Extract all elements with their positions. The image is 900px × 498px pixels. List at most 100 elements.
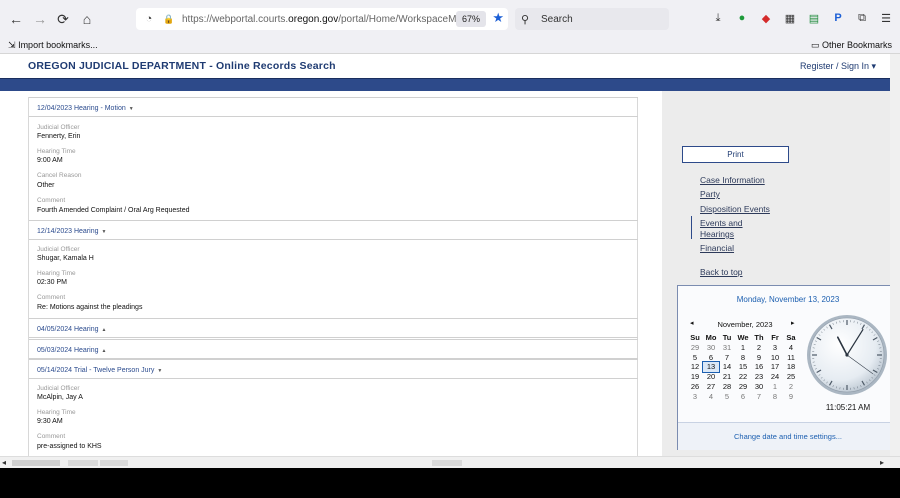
event-header[interactable]: 12/04/2023 Hearing - Motion ▼	[29, 97, 638, 117]
calendar-day[interactable]: 7	[719, 353, 735, 363]
calendar-day[interactable]: 5	[687, 353, 703, 363]
calendar-day[interactable]: 30	[703, 343, 719, 353]
menu-icon[interactable]: ☰	[878, 10, 894, 26]
extensions-puzzle-icon[interactable]: ⧉	[854, 10, 870, 26]
sidebar-link-case-information[interactable]: Case Information	[700, 175, 765, 185]
scrollbar-thumb[interactable]	[12, 460, 60, 466]
address-bar[interactable]: ◔ 🔒 https://webportal.courts.oregon.gov/…	[136, 8, 508, 30]
calendar-day[interactable]: 8	[735, 353, 751, 363]
sidebar-link-disposition-events[interactable]: Disposition Events	[700, 204, 770, 214]
calendar-day[interactable]: 3	[687, 392, 703, 402]
change-date-time-settings-link[interactable]: Change date and time settings...	[678, 432, 898, 441]
calendar-day[interactable]: 8	[767, 392, 783, 402]
judicial-officer-value: Shugar, Kamala H	[37, 255, 94, 262]
weekday-label: Tu	[722, 333, 732, 342]
calendar-day[interactable]: 2	[783, 382, 799, 392]
event-header[interactable]: 05/03/2024 Hearing ▲	[29, 339, 638, 359]
adblock-extension-icon[interactable]: ◆	[758, 10, 774, 26]
calendar-day[interactable]: 23	[751, 372, 767, 382]
browser-search-box[interactable]: ⚲ Search	[515, 8, 669, 30]
scroll-left-arrow-icon[interactable]: ◂	[2, 458, 6, 467]
calendar-day[interactable]: 25	[783, 372, 799, 382]
calendar-day[interactable]: 19	[687, 372, 703, 382]
calendar-day[interactable]: 26	[687, 382, 703, 392]
sidebar-link-events-and-hearings[interactable]: Events and	[700, 218, 743, 228]
next-month-icon[interactable]: ▸	[791, 319, 795, 327]
event-title: 12/04/2023 Hearing - Motion	[37, 105, 126, 112]
calendar-day[interactable]: 4	[783, 343, 799, 353]
calendar-day[interactable]: 9	[751, 353, 767, 363]
calendar-day[interactable]: 21	[719, 372, 735, 382]
forward-arrow-icon[interactable]: →	[30, 9, 50, 29]
calendar-day[interactable]: 27	[703, 382, 719, 392]
shield-icon[interactable]: ◔	[142, 13, 156, 25]
reload-icon[interactable]: ⟳	[53, 9, 73, 29]
lock-icon[interactable]: 🔒	[162, 14, 176, 25]
calendar-day[interactable]: 1	[767, 382, 783, 392]
calendar-day[interactable]: 24	[767, 372, 783, 382]
calendar-day[interactable]: 17	[767, 362, 783, 372]
calendar-day[interactable]: 29	[735, 382, 751, 392]
calendar-day[interactable]: 29	[687, 343, 703, 353]
bookmark-star-icon[interactable]: ★	[492, 10, 504, 26]
scroll-right-arrow-icon[interactable]: ▸	[880, 458, 884, 467]
calendar-day[interactable]: 11	[783, 353, 799, 363]
calendar-day[interactable]: 3	[767, 343, 783, 353]
calendar-day[interactable]: 22	[735, 372, 751, 382]
calendar-month[interactable]: November, 2023	[692, 320, 798, 329]
sidebar-link-events-and-hearings-line2[interactable]: Hearings	[700, 229, 734, 239]
calendar-grid: Su Mo Tu We Th Fr Sa 29 30 31 1 2 3 4 5 6 7 8 9 10 11 12 13 14 1…	[687, 333, 799, 402]
calendar-day[interactable]: 6	[735, 392, 751, 402]
field-label: Comment	[37, 433, 66, 440]
calendar-day[interactable]: 30	[751, 382, 767, 392]
weekday-label: Sa	[786, 333, 796, 342]
url-text[interactable]: https://webportal.courts.oregon.gov/port…	[182, 14, 457, 25]
calendar-day[interactable]: 20	[703, 372, 719, 382]
calendar-day[interactable]: 6	[703, 353, 719, 363]
event-header[interactable]: 12/14/2023 Hearing ▼	[29, 220, 638, 240]
caret-down-icon: ▼	[101, 229, 107, 235]
field-label: Comment	[37, 197, 66, 204]
other-bookmarks[interactable]: ▭ Other Bookmarks	[811, 40, 892, 51]
import-bookmarks[interactable]: ⇲ Import bookmarks...	[8, 40, 98, 51]
calendar-day-today[interactable]: 13	[702, 361, 720, 374]
download-icon[interactable]: ⤓	[710, 10, 726, 26]
calendar-day[interactable]: 12	[687, 362, 703, 372]
search-placeholder: Search	[541, 13, 573, 25]
sidebar-link-financial[interactable]: Financial	[700, 243, 734, 253]
clock-center-pin	[845, 353, 849, 357]
back-to-top-link[interactable]: Back to top	[700, 267, 743, 277]
vertical-scrollbar[interactable]	[890, 54, 900, 456]
calendar-day[interactable]: 15	[735, 362, 751, 372]
event-header[interactable]: 04/05/2024 Hearing ▲	[29, 318, 638, 338]
calendar-day[interactable]: 5	[719, 392, 735, 402]
calendar-day[interactable]: 14	[719, 362, 735, 372]
grid-extension-icon[interactable]: ▦	[782, 10, 798, 26]
event-title: 12/14/2023 Hearing	[37, 228, 99, 235]
checkmark-extension-icon[interactable]: ●	[734, 10, 750, 26]
home-icon[interactable]: ⌂	[77, 9, 97, 29]
calendar-day[interactable]: 9	[783, 392, 799, 402]
weekday-label: Th	[754, 333, 764, 342]
calendar-day[interactable]: 7	[751, 392, 767, 402]
register-sign-in-link[interactable]: Register / Sign In ▾	[800, 61, 876, 72]
zoom-level-badge[interactable]: 67%	[455, 11, 486, 27]
calendar-day[interactable]: 31	[719, 343, 735, 353]
calendar-day[interactable]: 2	[751, 343, 767, 353]
horizontal-scrollbar[interactable]: ◂ ▸	[0, 456, 900, 468]
event-header[interactable]: 05/14/2024 Trial - Twelve Person Jury ▼	[29, 359, 638, 379]
calendar-day[interactable]: 10	[767, 353, 783, 363]
import-bookmarks-label: Import bookmarks...	[18, 40, 98, 50]
print-button[interactable]: Print	[682, 146, 789, 163]
calendar-day[interactable]: 18	[783, 362, 799, 372]
sidebar-link-party[interactable]: Party	[700, 189, 720, 199]
printer-extension-icon[interactable]: ▤	[806, 10, 822, 26]
p-extension-icon[interactable]: P	[830, 10, 846, 26]
site-title[interactable]: OREGON JUDICIAL DEPARTMENT - Online Reco…	[28, 60, 336, 72]
calendar-day[interactable]: 28	[719, 382, 735, 392]
calendar-day[interactable]: 4	[703, 392, 719, 402]
back-arrow-icon[interactable]: ←	[6, 9, 26, 29]
calendar-day[interactable]: 16	[751, 362, 767, 372]
calendar-day[interactable]: 1	[735, 343, 751, 353]
long-date[interactable]: Monday, November 13, 2023	[678, 295, 898, 304]
